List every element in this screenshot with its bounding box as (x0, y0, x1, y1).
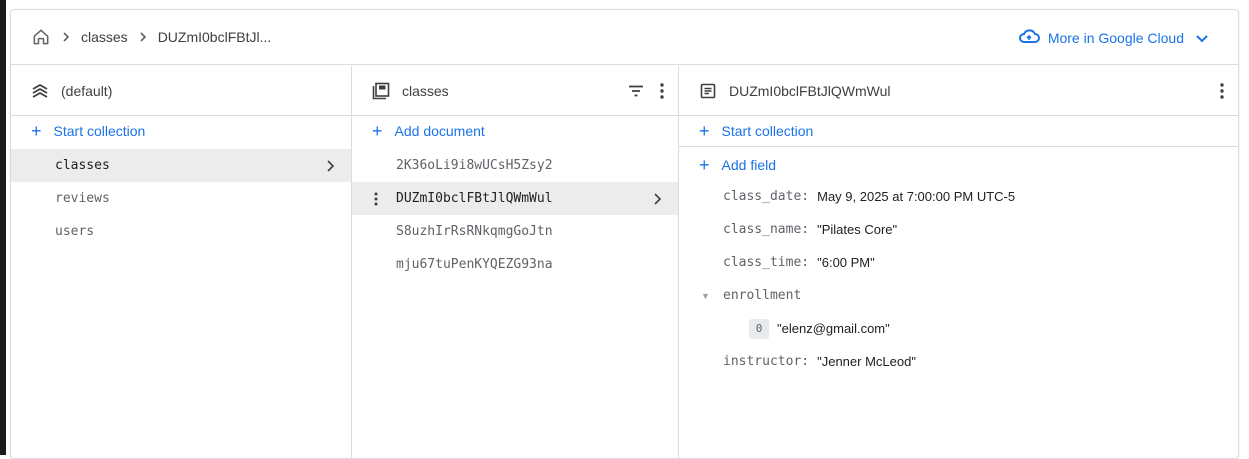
field-key: class_time (723, 255, 802, 270)
collection-item-label: reviews (55, 191, 110, 206)
document-header: DUZmI0bclFBtJlQWmWul (679, 66, 1238, 116)
plus-icon: + (372, 121, 383, 141)
field-value: May 9, 2025 at 7:00:00 PM UTC-5 (817, 189, 1016, 204)
start-collection-button[interactable]: + Start collection (11, 116, 351, 146)
start-subcollection-label: Start collection (721, 123, 814, 139)
document-icon (699, 82, 717, 100)
chevron-down-icon (1196, 30, 1208, 46)
collection-title: classes (402, 82, 449, 99)
collection-item-classes[interactable]: classes (11, 149, 351, 182)
field-row[interactable]: class_name: "Pilates Core" (679, 213, 1238, 246)
field-value: "6:00 PM" (817, 255, 875, 270)
database-header: (default) (11, 66, 351, 116)
collection-icon (372, 82, 390, 100)
field-value: "elenz@gmail.com" (777, 321, 890, 336)
plus-icon: + (31, 121, 42, 141)
document-item[interactable]: S8uzhIrRsRNkqmgGoJtn (352, 215, 678, 248)
document-item-label: DUZmI0bclFBtJlQWmWul (396, 191, 553, 206)
field-row[interactable]: instructor: "Jenner McLeod" (679, 345, 1238, 378)
document-item-label: 2K36oLi9i8wUCsH5Zsy2 (396, 158, 553, 173)
field-row[interactable]: class_date: May 9, 2025 at 7:00:00 PM UT… (679, 180, 1238, 213)
array-item-row[interactable]: 0 "elenz@gmail.com" (679, 312, 1238, 345)
collection-column: classes + Add document 2K36oLi9i8wUCsH5Z… (352, 66, 679, 458)
field-row[interactable]: class_time: "6:00 PM" (679, 246, 1238, 279)
document-list: 2K36oLi9i8wUCsH5Zsy2 DUZmI0bclFBtJlQWmWu… (352, 149, 678, 281)
cloud-icon (1018, 28, 1040, 47)
plus-icon: + (699, 121, 710, 141)
add-field-label: Add field (721, 157, 776, 173)
collection-item-label: classes (55, 158, 110, 173)
more-in-google-cloud-button[interactable]: More in Google Cloud (1018, 10, 1208, 65)
chevron-right-icon (61, 31, 71, 43)
document-item[interactable]: 2K36oLi9i8wUCsH5Zsy2 (352, 149, 678, 182)
start-collection-label: Start collection (53, 123, 146, 139)
more-vert-icon[interactable] (1220, 83, 1224, 99)
field-key: class_date (723, 189, 802, 204)
breadcrumb-item-document[interactable]: DUZmI0bclFBtJl... (158, 29, 272, 45)
array-field-row[interactable]: ▼ enrollment (679, 279, 1238, 312)
database-title: (default) (61, 82, 113, 99)
more-in-google-cloud-label: More in Google Cloud (1047, 29, 1184, 46)
filter-icon[interactable] (628, 85, 644, 97)
field-list: class_date: May 9, 2025 at 7:00:00 PM UT… (679, 180, 1238, 378)
window-edge (0, 0, 6, 455)
collection-list: classes reviews users (11, 149, 351, 248)
add-document-button[interactable]: + Add document (352, 116, 678, 146)
chevron-right-icon (138, 31, 148, 43)
home-icon[interactable] (31, 27, 51, 47)
collection-header: classes (352, 66, 678, 116)
firestore-data-panel: classes DUZmI0bclFBtJl... More in Google… (10, 9, 1239, 459)
more-vert-icon[interactable] (660, 83, 664, 99)
document-item-label: S8uzhIrRsRNkqmgGoJtn (396, 224, 553, 239)
breadcrumb: classes DUZmI0bclFBtJl... (31, 27, 271, 47)
start-subcollection-button[interactable]: + Start collection (679, 116, 1238, 147)
field-key: class_name (723, 222, 802, 237)
field-value: "Pilates Core" (817, 222, 898, 237)
document-title: DUZmI0bclFBtJlQWmWul (729, 82, 891, 99)
field-value: "Jenner McLeod" (817, 354, 916, 369)
field-key: enrollment (723, 288, 802, 303)
document-column: DUZmI0bclFBtJlQWmWul + Start collection … (679, 66, 1238, 458)
database-layers-icon (31, 82, 49, 100)
array-index-badge: 0 (749, 318, 769, 339)
breadcrumb-bar: classes DUZmI0bclFBtJl... More in Google… (11, 10, 1238, 65)
collection-item-reviews[interactable]: reviews (11, 182, 351, 215)
plus-icon: + (699, 155, 710, 175)
add-field-button[interactable]: + Add field (679, 150, 1238, 180)
collection-item-users[interactable]: users (11, 215, 351, 248)
collection-header-actions (628, 66, 664, 116)
collection-item-label: users (55, 224, 95, 239)
collapse-triangle-icon[interactable]: ▼ (701, 291, 713, 301)
document-item-label: mju67tuPenKYQEZG93na (396, 257, 553, 272)
chevron-right-icon (652, 182, 662, 215)
document-header-actions (1220, 66, 1224, 116)
document-item-selected[interactable]: DUZmI0bclFBtJlQWmWul (352, 182, 678, 215)
field-key: instructor (723, 354, 802, 369)
more-vert-icon[interactable] (374, 182, 378, 215)
chevron-right-icon (325, 149, 335, 182)
document-item[interactable]: mju67tuPenKYQEZG93na (352, 248, 678, 281)
breadcrumb-item-classes[interactable]: classes (81, 29, 128, 45)
columns: (default) + Start collection classes rev… (11, 66, 1238, 458)
add-document-label: Add document (394, 123, 485, 139)
database-column: (default) + Start collection classes rev… (11, 66, 352, 458)
